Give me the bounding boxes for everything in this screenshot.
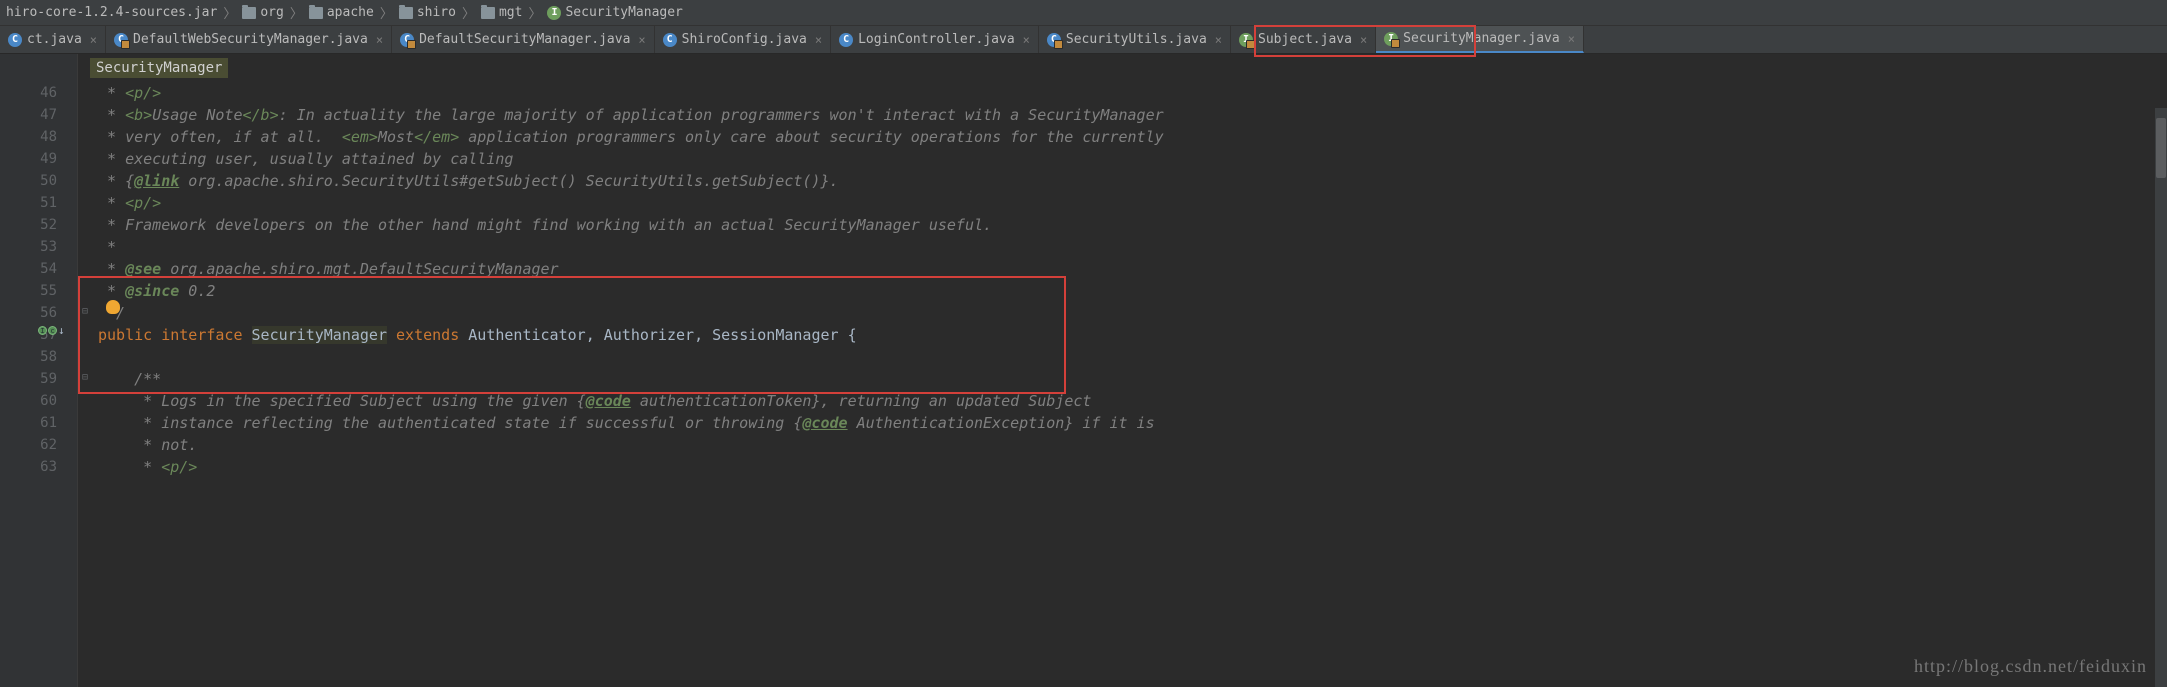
- code-line: * very often, if at all. <em>Most</em> a…: [98, 126, 2167, 148]
- folder-icon: [399, 7, 413, 19]
- code-line: * {@link org.apache.shiro.SecurityUtils#…: [98, 170, 2167, 192]
- code-line: * Logs in the specified Subject using th…: [98, 390, 2167, 412]
- line-number: 59: [0, 368, 57, 390]
- class-icon: C: [663, 33, 677, 47]
- class-icon: C: [400, 33, 414, 47]
- line-number: 49: [0, 148, 57, 170]
- line-number: 54: [0, 258, 57, 280]
- line-number: 48: [0, 126, 57, 148]
- class-icon: C: [839, 33, 853, 47]
- code-line: */: [98, 302, 2167, 324]
- class-icon: C: [1047, 33, 1061, 47]
- code-area[interactable]: * <p/> * <b>Usage Note</b>: In actuality…: [78, 54, 2167, 687]
- tab-label: SecurityManager.java: [1403, 31, 1560, 46]
- tab-securityutils-java[interactable]: C SecurityUtils.java ×: [1039, 26, 1231, 53]
- interface-icon: I: [547, 6, 561, 20]
- fold-toggle-icon[interactable]: ⊟: [82, 306, 88, 317]
- editor: 464748495051525354555657585960616263 Ic↓…: [0, 54, 2167, 687]
- line-number: 63: [0, 456, 57, 478]
- tab-defaultsecuritymanager-java[interactable]: C DefaultSecurityManager.java ×: [392, 26, 655, 53]
- fold-toggle-icon[interactable]: ⊟: [82, 372, 88, 383]
- breadcrumb-pkg-mgt[interactable]: mgt: [479, 5, 524, 20]
- folder-icon: [481, 7, 495, 19]
- close-icon[interactable]: ×: [1568, 32, 1575, 46]
- tab-label: DefaultSecurityManager.java: [419, 32, 630, 47]
- line-number: 50: [0, 170, 57, 192]
- tab-label: ShiroConfig.java: [682, 32, 807, 47]
- close-icon[interactable]: ×: [1360, 33, 1367, 47]
- code-line: * Framework developers on the other hand…: [98, 214, 2167, 236]
- close-icon[interactable]: ×: [376, 33, 383, 47]
- line-number: 60: [0, 390, 57, 412]
- close-icon[interactable]: ×: [90, 33, 97, 47]
- code-line: * <p/>: [98, 192, 2167, 214]
- line-number: 61: [0, 412, 57, 434]
- line-number: 47: [0, 104, 57, 126]
- interface-icon: I: [1384, 32, 1398, 46]
- tab-logincontroller-java[interactable]: C LoginController.java ×: [831, 26, 1039, 53]
- code-line: * <p/>: [98, 82, 2167, 104]
- tab-securitymanager-java[interactable]: I SecurityManager.java ×: [1376, 26, 1584, 53]
- tab-ct-java[interactable]: Cct.java ×: [0, 26, 106, 53]
- tab-subject-java[interactable]: I Subject.java ×: [1231, 26, 1376, 53]
- editor-member-breadcrumb[interactable]: SecurityManager: [90, 58, 228, 78]
- intention-bulb-icon[interactable]: [106, 300, 120, 314]
- code-line: * executing user, usually attained by ca…: [98, 148, 2167, 170]
- tab-label: Subject.java: [1258, 32, 1352, 47]
- code-line: * <p/>: [98, 456, 2167, 478]
- class-icon: C: [8, 33, 22, 47]
- tab-shiroconfig-java[interactable]: C ShiroConfig.java ×: [655, 26, 831, 53]
- code-line: * <b>Usage Note</b>: In actuality the la…: [98, 104, 2167, 126]
- breadcrumb-pkg-apache[interactable]: apache: [307, 5, 376, 20]
- line-number: 52: [0, 214, 57, 236]
- line-number: 55: [0, 280, 57, 302]
- breadcrumb-class[interactable]: I SecurityManager: [545, 5, 684, 20]
- line-gutter: 464748495051525354555657585960616263: [0, 54, 78, 687]
- interface-icon: I: [1239, 33, 1253, 47]
- code-line: * @since 0.2: [98, 280, 2167, 302]
- code-line: *: [98, 236, 2167, 258]
- close-icon[interactable]: ×: [1215, 33, 1222, 47]
- editor-tabs: Cct.java × C DefaultWebSecurityManager.java…: [0, 26, 2167, 54]
- implementations-gutter-icon[interactable]: Ic↓: [38, 326, 65, 337]
- code-line: * not.: [98, 434, 2167, 456]
- code-line: * @see org.apache.shiro.mgt.DefaultSecur…: [98, 258, 2167, 280]
- breadcrumb-pkg-org[interactable]: org: [240, 5, 285, 20]
- line-number: 56: [0, 302, 57, 324]
- watermark-text: http://blog.csdn.net/feiduxin: [1914, 656, 2147, 677]
- close-icon[interactable]: ×: [815, 33, 822, 47]
- close-icon[interactable]: ×: [1023, 33, 1030, 47]
- code-line: * instance reflecting the authenticated …: [98, 412, 2167, 434]
- breadcrumb-sep: 〉: [223, 3, 236, 22]
- tab-defaultwebsecuritymanager-java[interactable]: C DefaultWebSecurityManager.java ×: [106, 26, 392, 53]
- code-line: public interface SecurityManager extends…: [98, 324, 2167, 346]
- breadcrumb-jar[interactable]: hiro-core-1.2.4-sources.jar: [4, 5, 219, 20]
- line-number: 53: [0, 236, 57, 258]
- tab-label: SecurityUtils.java: [1066, 32, 1207, 47]
- line-number: 62: [0, 434, 57, 456]
- line-number: 51: [0, 192, 57, 214]
- breadcrumb-pkg-shiro[interactable]: shiro: [397, 5, 458, 20]
- breadcrumb: hiro-core-1.2.4-sources.jar 〉 org 〉 apac…: [0, 0, 2167, 26]
- vertical-scrollbar[interactable]: [2155, 108, 2167, 687]
- line-number: 46: [0, 82, 57, 104]
- line-number: 58: [0, 346, 57, 368]
- tab-label: LoginController.java: [858, 32, 1015, 47]
- class-icon: C: [114, 33, 128, 47]
- folder-icon: [309, 7, 323, 19]
- tab-label: ct.java: [27, 32, 82, 47]
- tab-label: DefaultWebSecurityManager.java: [133, 32, 368, 47]
- code-line: [98, 346, 2167, 368]
- folder-icon: [242, 7, 256, 19]
- close-icon[interactable]: ×: [638, 33, 645, 47]
- scrollbar-thumb[interactable]: [2156, 118, 2166, 178]
- code-line: /**: [98, 368, 2167, 390]
